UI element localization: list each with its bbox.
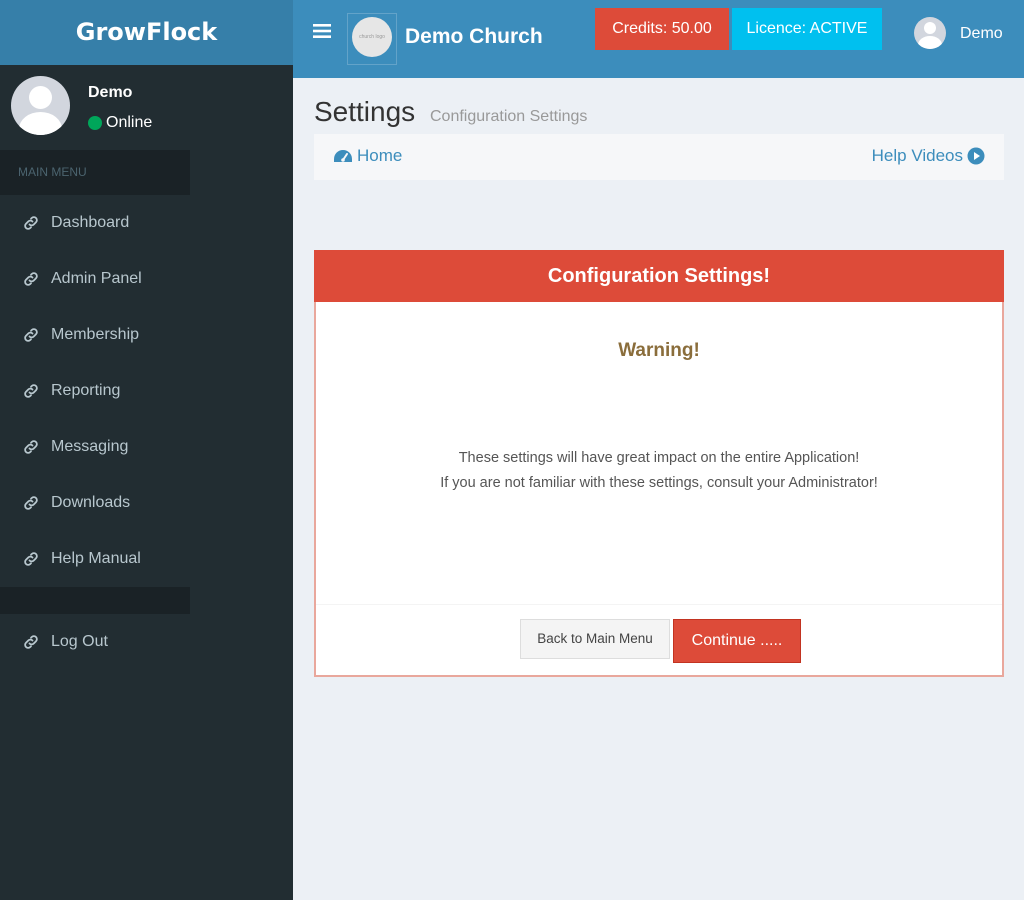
user-name: Demo: [88, 84, 133, 101]
sidebar-item-dashboard[interactable]: Dashboard: [0, 195, 293, 251]
user-status: Online: [88, 114, 152, 132]
back-to-main-menu-button[interactable]: Back to Main Menu: [520, 619, 670, 659]
sidebar-item-label: Membership: [51, 326, 140, 343]
link-icon: [24, 272, 38, 286]
link-icon: [24, 496, 38, 510]
sidebar-menu: Dashboard Admin Panel Membership Reporti…: [0, 195, 293, 587]
warning-message-line: These settings will have great impact on…: [458, 450, 860, 466]
sidebar-item-admin-panel[interactable]: Admin Panel: [0, 251, 293, 307]
sidebar-item-membership[interactable]: Membership: [0, 307, 293, 363]
online-status-icon: [88, 116, 102, 130]
user-menu[interactable]: Demo: [960, 25, 1003, 43]
sidebar-item-label: Downloads: [51, 494, 131, 511]
sidebar-item-reporting[interactable]: Reporting: [0, 363, 293, 419]
box-footer: Back to Main Menu Continue .....: [316, 604, 1002, 675]
sidebar-item-logout[interactable]: Log Out: [0, 614, 293, 670]
sidebar-item-label: Log Out: [51, 633, 108, 650]
link-icon: [24, 384, 38, 398]
user-avatar-icon[interactable]: [914, 17, 946, 49]
sidebar-item-label: Admin Panel: [51, 270, 142, 287]
link-icon: [24, 552, 38, 566]
continue-button[interactable]: Continue .....: [673, 619, 801, 663]
box-title: Configuration Settings!: [314, 250, 1004, 302]
menu-divider: [0, 587, 190, 614]
credits-button[interactable]: Credits: 50.00: [595, 8, 729, 50]
help-videos-link[interactable]: Help Videos: [872, 146, 985, 166]
sidebar-item-label: Dashboard: [51, 214, 130, 231]
link-icon: [24, 440, 38, 454]
org-logo: church logo: [352, 17, 392, 57]
sidebar-item-label: Help Manual: [51, 550, 141, 567]
sidebar-item-help-manual[interactable]: Help Manual: [0, 531, 293, 587]
dashboard-icon: [334, 150, 352, 162]
sidebar-item-messaging[interactable]: Messaging: [0, 419, 293, 475]
sidebar-item-label: Messaging: [51, 438, 129, 455]
play-circle-icon: [967, 147, 985, 165]
link-icon: [24, 635, 38, 649]
app-logo[interactable]: GrowFlock: [0, 0, 293, 65]
breadcrumb-home-link[interactable]: Home: [333, 146, 402, 166]
warning-title: Warning!: [618, 340, 700, 361]
configuration-warning-box: Configuration Settings! Warning! These s…: [314, 250, 1004, 677]
breadcrumb: Home Help Videos: [314, 134, 1004, 180]
sidebar: GrowFlock Demo Online MAIN MENU Dashboar…: [0, 0, 293, 900]
sidebar-item-downloads[interactable]: Downloads: [0, 475, 293, 531]
org-name[interactable]: Demo Church: [405, 25, 543, 49]
link-icon: [24, 328, 38, 342]
user-status-label: Online: [106, 114, 153, 131]
warning-message: These settings will have great impact on…: [316, 446, 1002, 496]
warning-message-line: If you are not familiar with these setti…: [440, 475, 878, 491]
user-avatar: [11, 76, 70, 135]
menu-header: MAIN MENU: [0, 150, 190, 195]
page-title: Settings: [314, 96, 416, 127]
link-icon: [24, 216, 38, 230]
menu-toggle-icon[interactable]: [313, 19, 331, 45]
page-subtitle: Configuration Settings: [430, 108, 588, 125]
licence-button[interactable]: Licence: ACTIVE: [732, 8, 882, 50]
help-videos-label: Help Videos: [871, 146, 963, 165]
breadcrumb-home-label: Home: [357, 146, 403, 165]
top-navbar: church logo Demo Church Credits: 50.00 L…: [293, 0, 1024, 78]
sidebar-item-label: Reporting: [51, 382, 121, 399]
user-panel: Demo Online: [0, 65, 293, 150]
